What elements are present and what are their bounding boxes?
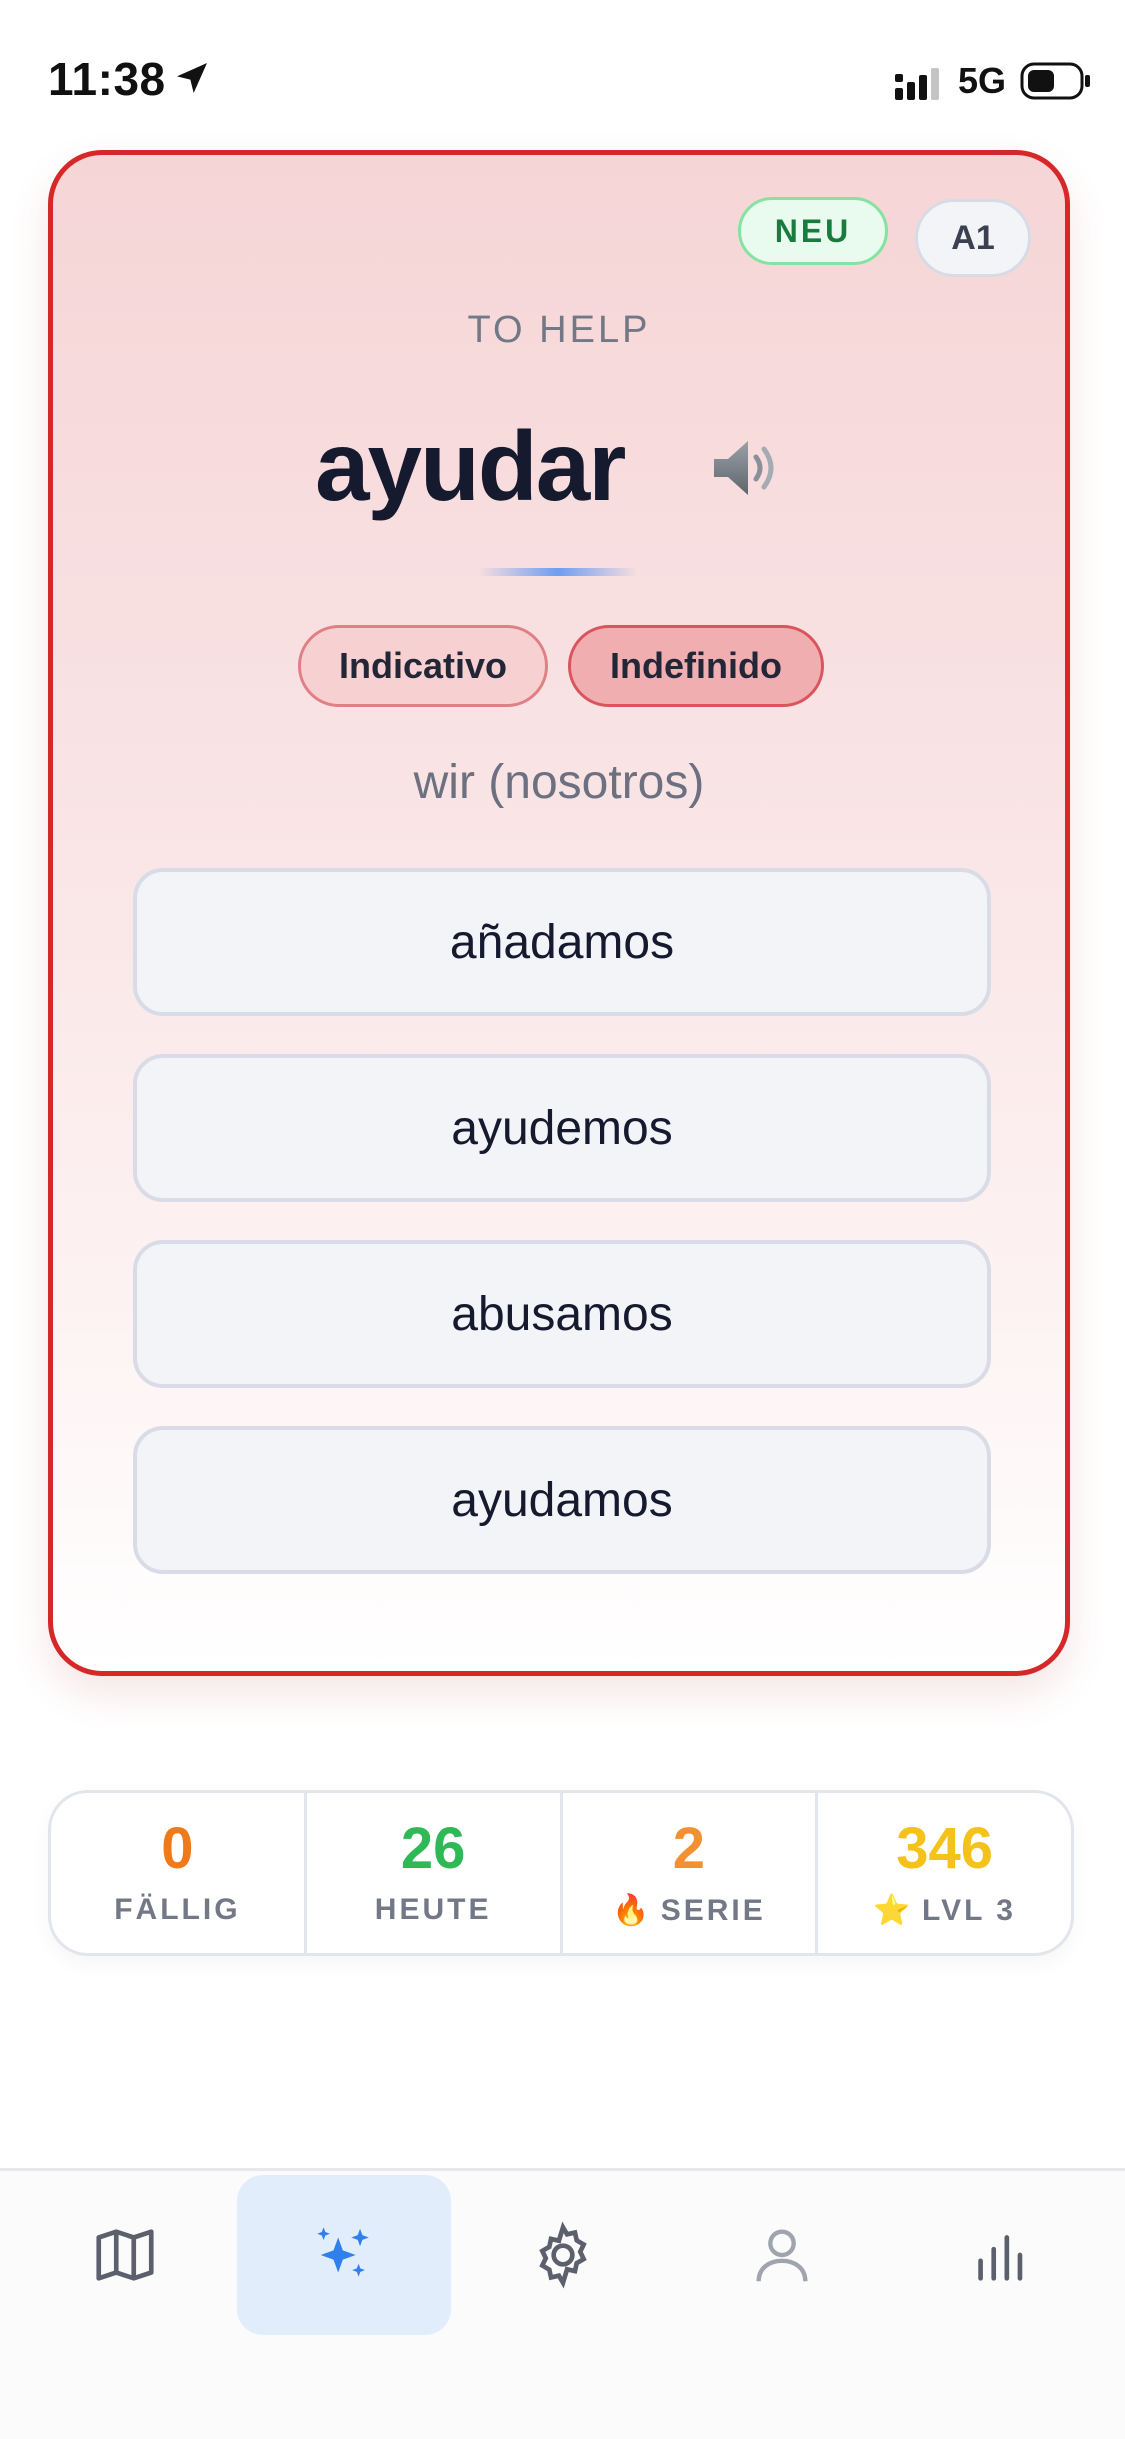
stat-due: 0 FÄLLIG: [51, 1793, 304, 1953]
answer-option[interactable]: abusamos: [133, 1240, 991, 1388]
gear-icon: [539, 2221, 587, 2289]
verb-underline: [478, 568, 638, 576]
level-badge: A1: [915, 199, 1031, 277]
stat-level-text: LVL 3: [922, 1894, 1016, 1927]
stat-level-label: ⭐ LVL 3: [818, 1893, 1071, 1928]
stat-today-label: HEUTE: [374, 1893, 492, 1926]
tab-map[interactable]: [18, 2171, 232, 2339]
answer-option[interactable]: ayudemos: [133, 1054, 991, 1202]
sparkles-icon: [317, 2227, 369, 2277]
flashcard: NEU A1 TO HELP ayudar Indicativo Indefin…: [48, 150, 1070, 1676]
stats-bar: 0 FÄLLIG 26 HEUTE 2 🔥 SERIE 346 ⭐ LVL 3: [48, 1790, 1074, 1956]
tab-profile[interactable]: [675, 2171, 889, 2339]
stat-today-value: 26: [400, 1816, 466, 1881]
speaker-icon[interactable]: [708, 435, 780, 501]
stat-level: 346 ⭐ LVL 3: [815, 1793, 1071, 1953]
person-icon: [756, 2229, 808, 2282]
stat-streak: 2 🔥 SERIE: [559, 1793, 816, 1953]
stat-today: 26 HEUTE: [303, 1793, 560, 1953]
network-type: 5G: [958, 60, 1007, 101]
verb-infinitive: ayudar: [315, 411, 626, 521]
tab-stats[interactable]: [894, 2171, 1108, 2339]
pronoun-prompt: wir (nosotros): [413, 756, 705, 809]
tab-settings[interactable]: [456, 2171, 670, 2339]
signal-icon: [895, 68, 939, 100]
answer-option[interactable]: añadamos: [133, 868, 991, 1016]
status-time: 11:38: [48, 53, 166, 105]
bar-chart-icon: [978, 2235, 1023, 2281]
stat-due-value: 0: [161, 1816, 194, 1881]
mood-tag: Indicativo: [298, 625, 548, 707]
stat-streak-value: 2: [672, 1816, 705, 1881]
stat-streak-text: SERIE: [660, 1894, 766, 1927]
battery-icon: [1020, 62, 1090, 100]
answer-option[interactable]: ayudamos: [133, 1426, 991, 1574]
verb-translation: TO HELP: [467, 309, 651, 351]
new-badge: NEU: [738, 197, 888, 265]
tab-bar: [0, 2168, 1125, 2439]
stat-due-label: FÄLLIG: [114, 1893, 241, 1926]
location-arrow-icon: [177, 63, 207, 93]
stat-streak-label: 🔥 SERIE: [563, 1893, 816, 1928]
map-icon: [96, 2229, 154, 2281]
tense-tag: Indefinido: [568, 625, 824, 707]
stat-level-value: 346: [896, 1816, 994, 1881]
status-bar: 11:38 5G: [0, 0, 1125, 150]
fire-icon: 🔥: [612, 1894, 650, 1927]
star-icon: ⭐: [873, 1894, 911, 1927]
tab-practice[interactable]: [237, 2175, 451, 2335]
